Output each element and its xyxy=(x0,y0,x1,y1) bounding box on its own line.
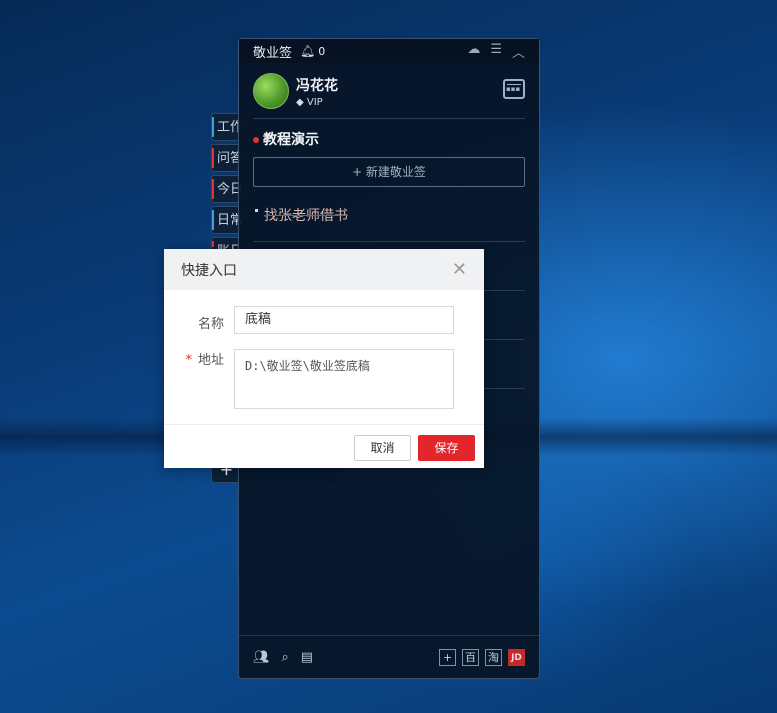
user-profile[interactable]: 冯花花 ◆ VIP xyxy=(253,73,338,109)
address-field[interactable]: D:\敬业签\敬业签底稿 xyxy=(234,349,454,409)
address-label: 地址 xyxy=(197,353,224,368)
divider xyxy=(164,424,484,425)
avatar[interactable] xyxy=(253,73,289,109)
close-icon[interactable]: ✕ xyxy=(452,259,467,280)
dialog-header: 快捷入口 ✕ xyxy=(164,249,484,290)
jd-shortcut-button[interactable]: JD xyxy=(508,648,525,666)
side-tab-daily[interactable]: 日常 xyxy=(211,206,241,234)
search-icon[interactable]: ⌕ xyxy=(282,650,289,665)
divider xyxy=(253,118,525,119)
widget-bottombar: 👥︎ ⌕ ▤ + 百 淘 JD xyxy=(239,635,539,678)
app-title: 敬业签 xyxy=(253,45,293,61)
bullet-icon xyxy=(255,209,258,212)
category-title[interactable]: 教程演示 xyxy=(253,129,319,149)
save-button[interactable]: 保存 xyxy=(418,435,475,461)
notes-calendar-icon[interactable]: ▤ xyxy=(301,650,313,665)
calendar-icon[interactable] xyxy=(503,79,525,99)
widget-topbar: 敬业签 🔔︎ 0 ☁ ☰ ︿ xyxy=(239,39,539,63)
address-label-row: * 地址 xyxy=(185,349,224,368)
contacts-icon[interactable]: 👥︎ xyxy=(253,650,270,665)
new-note-button[interactable]: + 新建敬业签 xyxy=(253,157,525,187)
add-shortcut-button[interactable]: + xyxy=(439,648,456,666)
note-item[interactable]: 找张老师借书 xyxy=(255,205,348,225)
collapse-icon[interactable]: ︿ xyxy=(512,42,525,61)
taobao-shortcut-button[interactable]: 淘 xyxy=(485,648,502,666)
note-text: 找张老师借书 xyxy=(264,208,348,224)
divider xyxy=(253,241,525,242)
name-field[interactable]: 底稿 xyxy=(234,306,454,334)
side-tab-work[interactable]: 工作 xyxy=(211,113,241,141)
side-tab-today[interactable]: 今日 xyxy=(211,175,241,203)
cancel-button[interactable]: 取消 xyxy=(354,435,411,461)
dialog-title: 快捷入口 xyxy=(181,262,237,279)
baidu-shortcut-button[interactable]: 百 xyxy=(462,648,479,666)
bell-icon[interactable]: 🔔︎ xyxy=(300,44,315,58)
red-dot-icon xyxy=(253,137,259,143)
category-label: 教程演示 xyxy=(263,132,319,148)
cloud-sync-icon[interactable]: ☁ xyxy=(467,42,480,61)
side-tab-qa[interactable]: 问答 xyxy=(211,144,241,172)
diamond-icon: ◆ xyxy=(296,96,307,108)
notification-count: 0 xyxy=(318,44,326,58)
name-label: 名称 xyxy=(197,317,224,332)
required-mark: * xyxy=(185,353,192,368)
vip-badge: VIP xyxy=(306,96,323,108)
shortcut-dialog: 快捷入口 ✕ 名称 底稿 * 地址 D:\敬业签\敬业签底稿 取消 保存 xyxy=(164,249,484,468)
user-name: 冯花花 xyxy=(296,77,338,94)
menu-icon[interactable]: ☰ xyxy=(490,42,502,61)
